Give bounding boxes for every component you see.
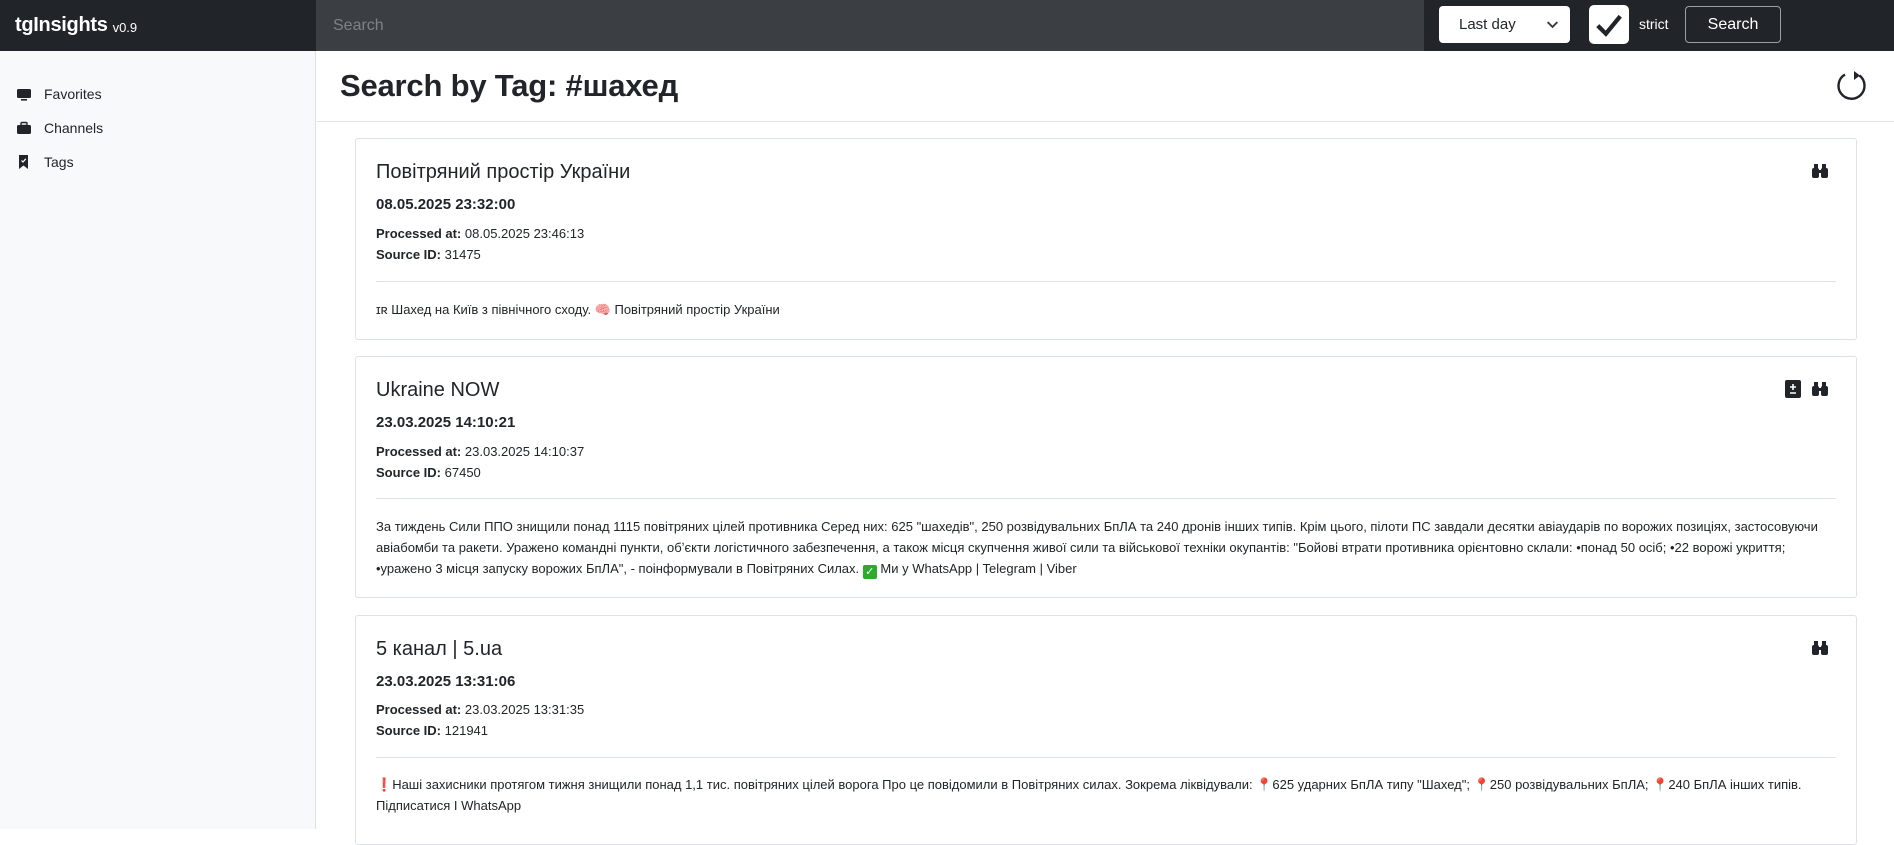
checkmark-icon: ✓ bbox=[862, 565, 877, 579]
divider bbox=[376, 757, 1836, 758]
post-channel: Ukraine NOW bbox=[376, 379, 500, 401]
processed-at-value: 23.03.2025 13:31:35 bbox=[464, 702, 585, 717]
post-processed-at: Processed at: 23.03.2025 14:10:37 bbox=[376, 444, 584, 459]
source-id-value: 67450 bbox=[444, 465, 481, 480]
processed-at-value: 23.03.2025 14:10:37 bbox=[464, 444, 585, 459]
period-select-value: Last day bbox=[1459, 16, 1516, 33]
pin-icon: 📍 bbox=[1473, 777, 1490, 792]
post-actions bbox=[1810, 638, 1830, 658]
post-source-id: Source ID: 31475 bbox=[376, 247, 481, 262]
refresh-icon[interactable] bbox=[1834, 68, 1870, 104]
post-actions bbox=[1784, 379, 1830, 399]
post-text: ɪʀ Шахед на Київ з північного сходу. 🧠 П… bbox=[376, 299, 1836, 320]
post-channel: 5 канал | 5.ua bbox=[376, 638, 503, 660]
brain-icon: 🧠 bbox=[594, 302, 611, 317]
processed-at-label: Processed at: bbox=[376, 226, 462, 241]
post-text-part: Наші захисники протягом тижня знищили по… bbox=[392, 777, 1257, 792]
post-processed-at: Processed at: 08.05.2025 23:46:13 bbox=[376, 226, 584, 241]
processed-at-value: 08.05.2025 23:46:13 bbox=[464, 226, 585, 241]
sidebar-item-favorites[interactable]: Favorites bbox=[16, 83, 102, 105]
brand[interactable]: tgInsights v0.9 bbox=[0, 0, 316, 51]
main-header: Search by Tag: #шахед bbox=[317, 51, 1894, 122]
search-input[interactable] bbox=[316, 0, 1424, 51]
post-text: За тиждень Сили ППО знищили понад 1115 п… bbox=[376, 516, 1836, 579]
post-text-part: Повітряний простір України bbox=[610, 302, 780, 317]
post-date: 23.03.2025 14:10:21 bbox=[376, 414, 516, 431]
sidebar-item-tags[interactable]: Tags bbox=[16, 151, 74, 173]
binoculars-icon[interactable] bbox=[1810, 379, 1830, 399]
pin-icon: 📍 bbox=[1256, 777, 1273, 792]
source-id-value: 31475 bbox=[444, 247, 481, 262]
checkmark-icon bbox=[1596, 14, 1622, 37]
post-channel: Повітряний простір України bbox=[376, 161, 631, 183]
sidebar-item-label: Tags bbox=[44, 154, 74, 170]
post-text-part: Ми у WhatsApp | Telegram | Viber bbox=[876, 561, 1077, 576]
exclamation-icon: ❗ bbox=[376, 777, 393, 792]
divider bbox=[376, 498, 1836, 499]
sidebar-item-channels[interactable]: Channels bbox=[16, 117, 103, 139]
source-id-label: Source ID: bbox=[376, 723, 442, 738]
post-text-part: ɪʀ Шахед на Київ з північного сходу. bbox=[376, 302, 595, 317]
post-date: 08.05.2025 23:32:00 bbox=[376, 196, 516, 213]
post-text: ❗Наші захисники протягом тижня знищили п… bbox=[376, 774, 1836, 816]
period-select[interactable]: Last day bbox=[1439, 6, 1570, 43]
brand-version: v0.9 bbox=[112, 20, 138, 35]
sidebar: Favorites Channels Tags bbox=[0, 51, 316, 829]
sidebar-item-label: Channels bbox=[44, 120, 104, 136]
monitor-icon bbox=[16, 86, 32, 102]
post-text-part: 250 розвідувальних БпЛА; bbox=[1489, 777, 1653, 792]
post-card: Ukraine NOW 23.03.2025 14:10:21 Processe… bbox=[355, 356, 1857, 598]
document-plus-icon[interactable] bbox=[1784, 379, 1802, 399]
post-source-id: Source ID: 121941 bbox=[376, 723, 488, 738]
brand-name: tgInsights bbox=[15, 14, 108, 36]
post-actions bbox=[1810, 161, 1830, 181]
post-text-part: За тиждень Сили ППО знищили понад 1115 п… bbox=[376, 519, 1818, 576]
pin-icon: 📍 bbox=[1652, 777, 1669, 792]
processed-at-label: Processed at: bbox=[376, 702, 462, 717]
processed-at-label: Processed at: bbox=[376, 444, 462, 459]
post-date: 23.03.2025 13:31:06 bbox=[376, 673, 516, 690]
source-id-value: 121941 bbox=[444, 723, 489, 738]
chevron-down-icon bbox=[1546, 21, 1559, 29]
binoculars-icon[interactable] bbox=[1810, 638, 1830, 658]
search-button[interactable]: Search bbox=[1685, 6, 1781, 43]
post-processed-at: Processed at: 23.03.2025 13:31:35 bbox=[376, 702, 584, 717]
post-source-id: Source ID: 67450 bbox=[376, 465, 481, 480]
binoculars-icon[interactable] bbox=[1810, 161, 1830, 181]
bookmark-icon bbox=[16, 154, 32, 170]
strict-label: strict bbox=[1639, 16, 1669, 32]
source-id-label: Source ID: bbox=[376, 465, 442, 480]
sidebar-item-label: Favorites bbox=[44, 86, 102, 102]
briefcase-icon bbox=[16, 120, 32, 136]
page-title: Search by Tag: #шахед bbox=[340, 68, 679, 103]
post-text-part: 625 ударних БпЛА типу "Шахед"; bbox=[1272, 777, 1474, 792]
strict-checkbox[interactable] bbox=[1589, 5, 1629, 44]
divider bbox=[376, 281, 1836, 282]
source-id-label: Source ID: bbox=[376, 247, 442, 262]
post-card: 5 канал | 5.ua 23.03.2025 13:31:06 Proce… bbox=[355, 615, 1857, 845]
post-card: Повітряний простір України 08.05.2025 23… bbox=[355, 138, 1857, 340]
